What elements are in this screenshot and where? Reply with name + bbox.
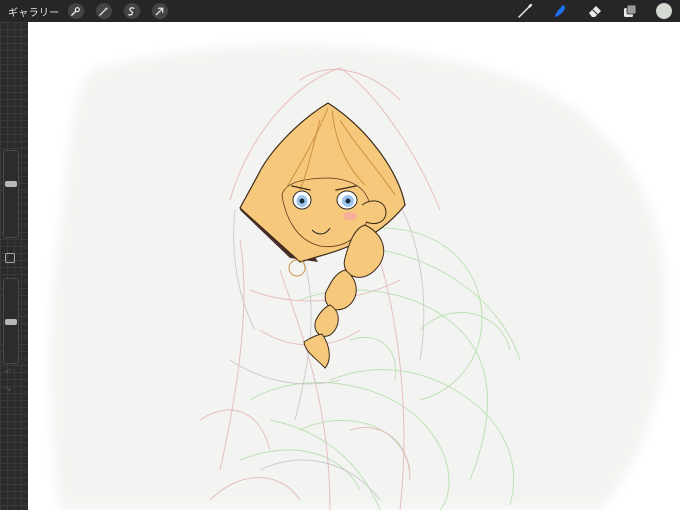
adjustments-button[interactable] <box>95 3 112 19</box>
gallery-button[interactable]: ギャラリー <box>8 4 60 19</box>
modify-button[interactable] <box>5 253 15 263</box>
smudge-button[interactable] <box>551 2 569 20</box>
wrench-icon <box>71 6 80 16</box>
eraser-button[interactable] <box>586 2 604 20</box>
smudge-icon <box>555 5 566 17</box>
artwork <box>50 45 666 510</box>
transform-arrow-icon <box>155 7 164 15</box>
brush-size-slider[interactable] <box>3 150 19 238</box>
blush <box>343 212 357 220</box>
opacity-thumb[interactable] <box>5 319 17 325</box>
opacity-slider[interactable] <box>3 278 19 364</box>
right-toolbar <box>499 0 674 22</box>
brush-icon <box>518 3 533 18</box>
ear <box>361 200 387 225</box>
brush-size-thumb[interactable] <box>5 181 17 187</box>
paint-brush-button[interactable] <box>516 2 534 20</box>
layers-icon <box>624 4 637 17</box>
eraser-icon <box>589 6 601 17</box>
color-picker-button[interactable] <box>656 3 672 19</box>
selection-button[interactable] <box>123 3 140 19</box>
drawing-canvas[interactable] <box>28 22 680 510</box>
undo-icon[interactable]: ↶ <box>4 368 12 378</box>
actions-button[interactable] <box>67 3 84 19</box>
selection-icon <box>128 6 135 16</box>
top-toolbar: ギャラリー <box>0 0 680 22</box>
redo-icon[interactable]: ↷ <box>4 386 12 396</box>
transform-button[interactable] <box>151 3 168 19</box>
left-sidebar: ↶ ↷ <box>0 22 28 510</box>
magic-wand-icon <box>99 6 109 16</box>
layers-button[interactable] <box>621 2 639 20</box>
